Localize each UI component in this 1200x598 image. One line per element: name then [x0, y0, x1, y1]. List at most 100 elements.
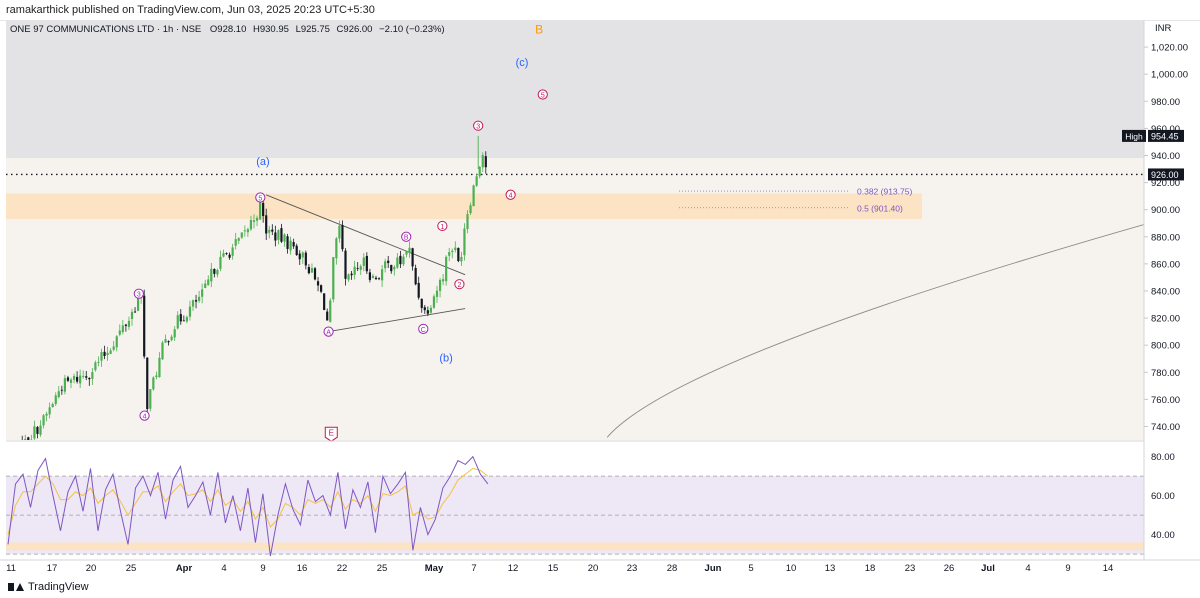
price-tick-label: 760.00	[1151, 395, 1180, 406]
price-tick-label: 820.00	[1151, 314, 1180, 325]
rsi-axis[interactable]: 40.00 60.00 80.00	[1151, 452, 1175, 541]
wave-marker: 5	[537, 89, 548, 100]
svg-text:5: 5	[541, 92, 545, 99]
wave-marker: 4	[139, 410, 150, 421]
rsi-tick-label: 40.00	[1151, 530, 1175, 541]
time-tick-label: May	[425, 563, 444, 574]
price-chart[interactable]: ONE 97 COMMUNICATIONS LTD · 1h · NSE O92…	[0, 20, 1200, 578]
candle	[472, 184, 475, 207]
wave-marker: 2	[454, 279, 465, 290]
time-tick-label: 14	[1103, 563, 1114, 574]
time-tick-label: 9	[260, 563, 265, 574]
candle	[457, 247, 460, 263]
price-tick-label: 1,000.00	[1151, 70, 1188, 81]
upper-shaded-zone	[6, 20, 1144, 158]
candle	[445, 255, 448, 286]
low-value: L925.75	[296, 24, 330, 35]
rsi-tick-label: 80.00	[1151, 452, 1175, 463]
publisher-bar: ramakarthick published on TradingView.co…	[0, 0, 1200, 21]
price-tick-label: 840.00	[1151, 286, 1180, 297]
tradingview-logo[interactable]: TradingView	[8, 581, 89, 593]
candle	[341, 220, 344, 252]
symbol-name: ONE 97 COMMUNICATIONS LTD · 1h · NSE	[10, 24, 201, 35]
time-tick-label: 13	[825, 563, 836, 574]
time-tick-label: 18	[865, 563, 876, 574]
time-tick-label: 20	[86, 563, 97, 574]
wave-marker: 1	[437, 220, 448, 232]
time-tick-label: Jun	[705, 563, 722, 574]
high-value-tag: 954.45	[1151, 131, 1179, 141]
candle	[143, 289, 146, 359]
wave-marker: C	[418, 323, 429, 335]
time-tick-label: 5	[748, 563, 753, 574]
candle	[329, 298, 332, 323]
svg-text:A: A	[326, 330, 331, 337]
price-tick-label: 800.00	[1151, 341, 1180, 352]
candle	[313, 266, 317, 281]
tradingview-brand: TradingView	[28, 581, 89, 593]
candle	[149, 388, 152, 412]
wave-label-a: (a)	[256, 156, 269, 168]
footer-bar: TradingView	[0, 578, 1200, 598]
candle	[152, 376, 155, 391]
fib-zone	[6, 193, 922, 220]
svg-text:E: E	[329, 429, 334, 438]
time-tick-label: Jul	[981, 563, 995, 574]
svg-text:3: 3	[476, 124, 480, 131]
wave-marker: 5	[255, 192, 266, 203]
change-value: −2.10 (−0.23%)	[379, 24, 445, 35]
candle	[463, 223, 466, 261]
time-axis[interactable]: 11 17 20 25 Apr 4 9 16 22 25 May 7 12 15 20 23 28 Jun 5 10 1…	[6, 563, 1113, 574]
time-tick-label: 22	[337, 563, 348, 574]
time-tick-label: 11	[6, 563, 16, 574]
wave-marker: B	[401, 231, 412, 242]
rsi-tick-label: 60.00	[1151, 491, 1175, 502]
time-tick-label: Apr	[176, 563, 193, 574]
open-value: O928.10	[210, 24, 246, 35]
svg-text:C: C	[421, 327, 426, 334]
wave-marker: 3	[133, 288, 144, 299]
publisher-text: ramakarthick published on TradingView.co…	[6, 4, 375, 16]
last-price-tag: 926.00	[1151, 170, 1179, 180]
svg-text:4: 4	[143, 414, 147, 421]
wave-marker: A	[323, 326, 334, 337]
price-tick-label: 900.00	[1151, 205, 1180, 216]
high-tag-label: High	[1125, 131, 1143, 141]
fib-level-label: 0.382 (913.75)	[857, 187, 912, 197]
candle	[259, 200, 262, 221]
time-tick-label: 7	[471, 563, 476, 574]
svg-text:4: 4	[509, 193, 513, 200]
price-axis[interactable]: 740.00 760.00 780.00 800.00 820.00 840.00 860.…	[1144, 43, 1188, 433]
time-tick-label: 25	[377, 563, 388, 574]
price-tick-label: 940.00	[1151, 151, 1180, 162]
time-tick-label: 26	[944, 563, 955, 574]
wave-label-b: B	[535, 22, 543, 36]
tradingview-logo-icon	[8, 581, 24, 593]
time-tick-label: 23	[905, 563, 916, 574]
wave-marker: 4	[505, 189, 516, 200]
time-tick-label: 23	[627, 563, 638, 574]
wave-label-c: (c)	[516, 57, 529, 69]
svg-text:5: 5	[258, 195, 262, 202]
candle	[146, 357, 149, 415]
price-tick-label: 740.00	[1151, 422, 1180, 433]
candle	[323, 293, 326, 311]
wave-label-b: (b)	[439, 352, 452, 364]
symbol-line: ONE 97 COMMUNICATIONS LTD · 1h · NSE O92…	[10, 24, 445, 35]
time-tick-label: 10	[786, 563, 797, 574]
time-tick-label: 28	[667, 563, 678, 574]
svg-text:1: 1	[440, 224, 444, 231]
price-tick-label: 860.00	[1151, 259, 1180, 270]
price-tick-label: 780.00	[1151, 368, 1180, 379]
rsi-low-zone	[6, 542, 1144, 551]
svg-text:B: B	[404, 235, 409, 242]
candle	[332, 256, 335, 303]
close-value: C926.00	[337, 24, 373, 35]
time-tick-label: 9	[1065, 563, 1070, 574]
time-tick-label: 25	[126, 563, 137, 574]
high-value: H930.95	[253, 24, 289, 35]
wave-marker: 3	[473, 120, 484, 131]
price-tick-label: 880.00	[1151, 232, 1180, 243]
time-tick-label: 15	[548, 563, 559, 574]
time-tick-label: 20	[588, 563, 599, 574]
